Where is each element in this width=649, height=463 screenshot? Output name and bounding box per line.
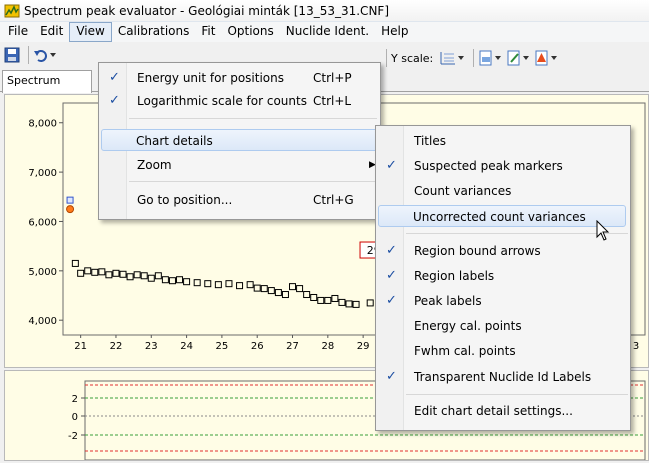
menu-fit[interactable]: Fit	[195, 22, 221, 42]
file-export-icon	[479, 50, 492, 66]
y-tick-label: 6,000	[28, 217, 57, 228]
chevron-down-icon	[495, 56, 502, 60]
y-tick-label: 5,000	[28, 267, 57, 278]
menu-separator	[406, 394, 628, 395]
menu-help[interactable]: Help	[375, 22, 414, 42]
undo-icon	[34, 50, 47, 62]
y-tick-label: 8,000	[28, 119, 57, 130]
menu-item-uncorrected-count-variances[interactable]: Uncorrected count variances	[378, 205, 626, 227]
check-icon: ✓	[386, 243, 397, 258]
menu-item-suspected-peak-markers[interactable]: ✓ Suspected peak markers	[378, 155, 628, 177]
document-edit-icon	[507, 50, 520, 66]
check-icon: ✓	[109, 70, 120, 85]
x-tick-label: 3	[633, 341, 639, 352]
undo-button[interactable]	[33, 44, 57, 66]
y-tick-label: -2	[68, 431, 78, 442]
export-button[interactable]	[478, 47, 502, 69]
alert-button[interactable]	[534, 47, 558, 69]
menu-separator	[129, 118, 377, 119]
toolbar-separator	[28, 46, 29, 64]
chart-details-submenu: Titles ✓ Suspected peak markers Count va…	[375, 125, 631, 431]
mouse-pointer-icon	[596, 220, 610, 241]
menu-item-log-scale[interactable]: ✓ Logarithmic scale for counts Ctrl+L	[101, 90, 378, 112]
menu-bar: File Edit View Calibrations Fit Options …	[0, 22, 649, 42]
x-tick-label: 28	[321, 341, 334, 352]
menu-item-titles[interactable]: Titles	[378, 130, 628, 152]
x-tick-label: 22	[110, 341, 123, 352]
yscale-label: Y scale:	[391, 51, 434, 65]
check-icon: ✓	[386, 268, 397, 283]
window-title: Spectrum peak evaluator - Geológiai mint…	[24, 3, 389, 18]
menu-options[interactable]: Options	[221, 22, 279, 42]
warning-icon	[535, 50, 548, 66]
check-icon: ✓	[386, 158, 397, 173]
check-icon: ✓	[109, 93, 120, 108]
menu-nuclide-ident[interactable]: Nuclide Ident.	[280, 22, 375, 42]
x-tick-label: 27	[286, 341, 299, 352]
x-tick-label: 23	[145, 341, 158, 352]
menu-item-go-to-position[interactable]: Go to position... Ctrl+G	[101, 189, 378, 211]
x-tick-label: 24	[180, 341, 193, 352]
menu-item-edit-chart-detail-settings[interactable]: Edit chart detail settings...	[378, 400, 628, 422]
chevron-down-icon	[458, 56, 465, 60]
y-tick-label: 0	[72, 412, 78, 423]
x-tick-label: 25	[216, 341, 229, 352]
y-tick-label: 7,000	[28, 168, 57, 179]
yscale-dropdown[interactable]	[439, 47, 465, 69]
app-icon	[4, 3, 20, 19]
menu-item-region-labels[interactable]: ✓ Region labels	[378, 265, 628, 287]
menu-item-energy-unit[interactable]: ✓ Energy unit for positions Ctrl+P	[101, 67, 378, 89]
chevron-down-icon	[50, 53, 56, 57]
check-icon: ✓	[386, 293, 397, 308]
chevron-down-icon	[523, 56, 530, 60]
y-tick-label: 4,000	[28, 316, 57, 327]
menu-item-energy-cal-points[interactable]: Energy cal. points	[378, 315, 628, 337]
save-button[interactable]	[4, 44, 20, 66]
menu-calibrations[interactable]: Calibrations	[112, 22, 196, 42]
toolbar-separator	[473, 49, 475, 67]
menu-file[interactable]: File	[2, 22, 34, 42]
edit-document-button[interactable]	[506, 47, 530, 69]
toolbar-separator	[386, 49, 387, 67]
axis-scale-icon	[440, 52, 456, 65]
chevron-down-icon	[551, 56, 558, 60]
menu-separator	[406, 233, 628, 234]
menu-item-fwhm-cal-points[interactable]: Fwhm cal. points	[378, 340, 628, 362]
menu-separator	[129, 181, 377, 182]
region-marker	[66, 196, 74, 204]
menu-item-transparent-nuclide-id-labels[interactable]: ✓ Transparent Nuclide Id Labels	[378, 366, 628, 388]
tab-spectrum[interactable]: Spectrum	[2, 70, 92, 93]
save-icon	[4, 47, 20, 63]
region-marker	[66, 205, 75, 214]
menu-item-zoom[interactable]: Zoom ▶	[101, 154, 378, 176]
title-bar: Spectrum peak evaluator - Geológiai mint…	[0, 0, 649, 22]
menu-item-chart-details[interactable]: Chart details	[101, 129, 378, 151]
check-icon: ✓	[386, 369, 397, 384]
x-tick-label: 29	[357, 341, 370, 352]
y-tick-label: 2	[72, 394, 78, 405]
menu-item-region-bound-arrows[interactable]: ✓ Region bound arrows	[378, 240, 628, 262]
menu-edit[interactable]: Edit	[34, 22, 69, 42]
view-menu: ✓ Energy unit for positions Ctrl+P ✓ Log…	[98, 62, 381, 220]
menu-view[interactable]: View	[69, 22, 112, 42]
menu-item-count-variances[interactable]: Count variances	[378, 180, 628, 202]
x-tick-label: 26	[251, 341, 264, 352]
x-tick-label: 21	[74, 341, 87, 352]
menu-item-peak-labels[interactable]: ✓ Peak labels	[378, 290, 628, 312]
